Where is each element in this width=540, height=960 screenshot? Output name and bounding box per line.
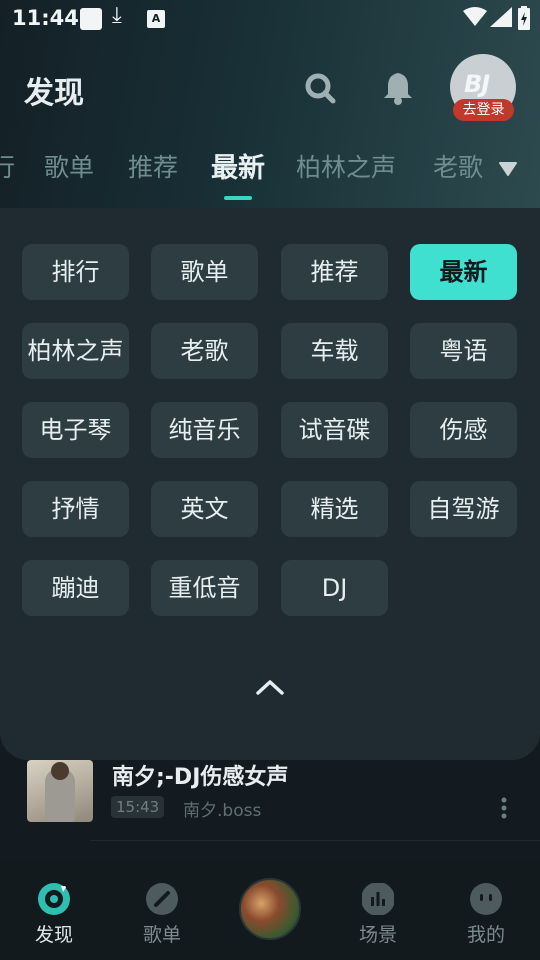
battery-icon bbox=[518, 6, 530, 30]
login-badge[interactable]: 去登录 bbox=[453, 99, 514, 121]
search-icon[interactable] bbox=[302, 70, 338, 106]
tab-recommend[interactable]: 推荐 bbox=[128, 148, 178, 184]
chip-rank[interactable]: 排行 bbox=[22, 244, 129, 300]
chip-keyboard[interactable]: 电子琴 bbox=[22, 402, 129, 458]
chip-pure-music[interactable]: 纯音乐 bbox=[151, 402, 258, 458]
divider bbox=[90, 840, 540, 841]
tab-berlin[interactable]: 柏林之声 bbox=[296, 148, 396, 184]
nav-label: 歌单 bbox=[142, 924, 181, 946]
now-playing-disc[interactable] bbox=[239, 878, 301, 940]
chip-playlist[interactable]: 歌单 bbox=[151, 244, 258, 300]
chip-bass[interactable]: 重低音 bbox=[151, 560, 258, 616]
a-icon: A bbox=[147, 10, 165, 28]
scene-icon bbox=[362, 883, 394, 915]
bell-icon[interactable] bbox=[381, 70, 415, 106]
signal-icon bbox=[490, 7, 512, 27]
chip-sad[interactable]: 伤感 bbox=[410, 402, 517, 458]
square-icon bbox=[80, 8, 102, 30]
chip-latest[interactable]: 最新 bbox=[410, 244, 517, 300]
song-duration: 15:43 bbox=[111, 796, 165, 818]
triangle-down-icon[interactable] bbox=[498, 160, 518, 178]
cover-head bbox=[51, 762, 69, 780]
profile-icon bbox=[470, 883, 502, 915]
wifi-icon bbox=[463, 7, 487, 26]
chip-dj[interactable]: DJ bbox=[281, 560, 388, 616]
song-cover[interactable] bbox=[27, 760, 93, 822]
nav-label: 我的 bbox=[466, 924, 505, 946]
discover-icon bbox=[38, 883, 70, 915]
song-title[interactable]: 南夕;-DJ伤感女声 bbox=[112, 759, 288, 791]
chip-car[interactable]: 车载 bbox=[281, 323, 388, 379]
avatar-logo: BJ bbox=[464, 70, 490, 98]
chip-featured[interactable]: 精选 bbox=[281, 481, 388, 537]
more-vertical-icon[interactable] bbox=[498, 796, 510, 820]
chip-oldies[interactable]: 老歌 bbox=[151, 323, 258, 379]
chip-recommend[interactable]: 推荐 bbox=[281, 244, 388, 300]
status-time: 11:44 bbox=[12, 6, 79, 30]
chip-road-trip[interactable]: 自驾游 bbox=[410, 481, 517, 537]
song-artist: 南夕.boss bbox=[183, 801, 262, 821]
chip-cantonese[interactable]: 粤语 bbox=[410, 323, 517, 379]
nav-label: 场景 bbox=[358, 924, 397, 946]
chip-berlin[interactable]: 柏林之声 bbox=[22, 323, 129, 379]
chip-test-disc[interactable]: 试音碟 bbox=[281, 402, 388, 458]
chip-english[interactable]: 英文 bbox=[151, 481, 258, 537]
download-icon: ⤓ bbox=[112, 3, 122, 28]
chip-lyrical[interactable]: 抒情 bbox=[22, 481, 129, 537]
status-bar: 11:44 ⤓ A bbox=[0, 0, 540, 38]
chevron-up-icon[interactable] bbox=[254, 676, 286, 698]
page-title: 发现 bbox=[24, 76, 84, 111]
playlist-icon bbox=[146, 883, 178, 915]
category-tabs: 行 歌单 推荐 最新 柏林之声 老歌 bbox=[0, 140, 490, 190]
tab-indicator bbox=[224, 196, 252, 200]
tab-playlist[interactable]: 歌单 bbox=[44, 148, 94, 184]
nav-label: 发现 bbox=[34, 924, 73, 946]
tab-oldies[interactable]: 老歌 bbox=[433, 148, 483, 184]
tab-latest[interactable]: 最新 bbox=[211, 146, 265, 185]
tab-rank[interactable]: 行 bbox=[0, 148, 15, 184]
chip-disco[interactable]: 蹦迪 bbox=[22, 560, 129, 616]
